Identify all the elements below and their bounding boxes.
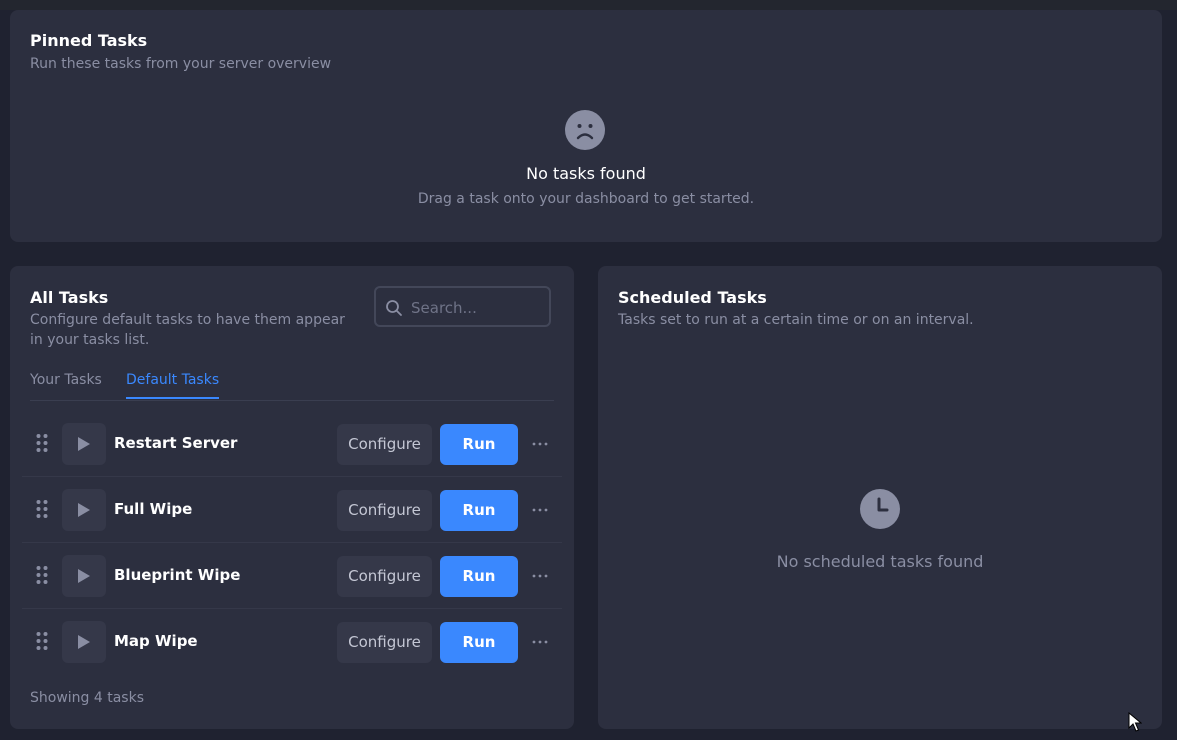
configure-button[interactable]: Configure (337, 424, 432, 465)
task-row: Restart Server Configure Run (22, 411, 562, 477)
configure-button[interactable]: Configure (337, 556, 432, 597)
all-tasks-subtitle: Configure default tasks to have them app… (30, 312, 345, 348)
play-icon (78, 569, 90, 583)
more-options-icon[interactable] (530, 634, 550, 650)
drag-handle-icon[interactable] (35, 499, 49, 519)
more-options-icon[interactable] (530, 502, 550, 518)
task-count-footer: Showing 4 tasks (30, 690, 144, 706)
more-options-icon[interactable] (530, 436, 550, 452)
play-task-button[interactable] (62, 423, 106, 465)
search-input[interactable] (409, 294, 547, 322)
pinned-tasks-title: Pinned Tasks (30, 31, 148, 50)
play-task-button[interactable] (62, 555, 106, 597)
play-task-button[interactable] (62, 621, 106, 663)
run-button[interactable]: Run (440, 424, 518, 465)
task-row: Map Wipe Configure Run (22, 609, 562, 675)
more-options-icon[interactable] (530, 568, 550, 584)
drag-handle-icon[interactable] (35, 631, 49, 651)
top-strip (0, 0, 1177, 10)
sad-face-icon (565, 110, 605, 150)
task-row: Blueprint Wipe Configure Run (22, 543, 562, 609)
scheduled-tasks-subtitle: Tasks set to run at a certain time or on… (618, 312, 974, 328)
play-icon (78, 635, 90, 649)
configure-button[interactable]: Configure (337, 490, 432, 531)
all-tasks-title: All Tasks (30, 288, 109, 307)
pinned-tasks-subtitle: Run these tasks from your server overvie… (30, 56, 332, 72)
clock-icon (860, 489, 900, 529)
task-name: Full Wipe (114, 500, 193, 518)
scheduled-empty-title: No scheduled tasks found (776, 552, 984, 571)
task-name: Blueprint Wipe (114, 566, 241, 584)
run-button[interactable]: Run (440, 556, 518, 597)
mouse-cursor-icon (1128, 712, 1142, 732)
tab-default-tasks[interactable]: Default Tasks (126, 372, 220, 399)
play-task-button[interactable] (62, 489, 106, 531)
task-name: Restart Server (114, 434, 238, 452)
drag-handle-icon[interactable] (35, 433, 49, 453)
search-icon (386, 300, 402, 316)
scheduled-tasks-card: Scheduled Tasks Tasks set to run at a ce… (598, 266, 1162, 729)
pinned-empty-subtitle: Drag a task onto your dashboard to get s… (417, 191, 755, 207)
pinned-empty-title: No tasks found (526, 164, 646, 183)
search-box[interactable] (374, 286, 551, 327)
page: Pinned Tasks Run these tasks from your s… (0, 0, 1177, 740)
run-button[interactable]: Run (440, 490, 518, 531)
scheduled-tasks-title: Scheduled Tasks (618, 288, 767, 307)
play-icon (78, 503, 90, 517)
play-icon (78, 437, 90, 451)
tab-your-tasks[interactable]: Your Tasks (30, 372, 102, 399)
configure-button[interactable]: Configure (337, 622, 432, 663)
task-row: Full Wipe Configure Run (22, 477, 562, 543)
run-button[interactable]: Run (440, 622, 518, 663)
task-name: Map Wipe (114, 632, 198, 650)
all-tasks-card: All Tasks Configure default tasks to hav… (10, 266, 574, 729)
task-tabs: Your Tasks Default Tasks (30, 372, 554, 401)
pinned-tasks-card: Pinned Tasks Run these tasks from your s… (10, 10, 1162, 242)
drag-handle-icon[interactable] (35, 565, 49, 585)
